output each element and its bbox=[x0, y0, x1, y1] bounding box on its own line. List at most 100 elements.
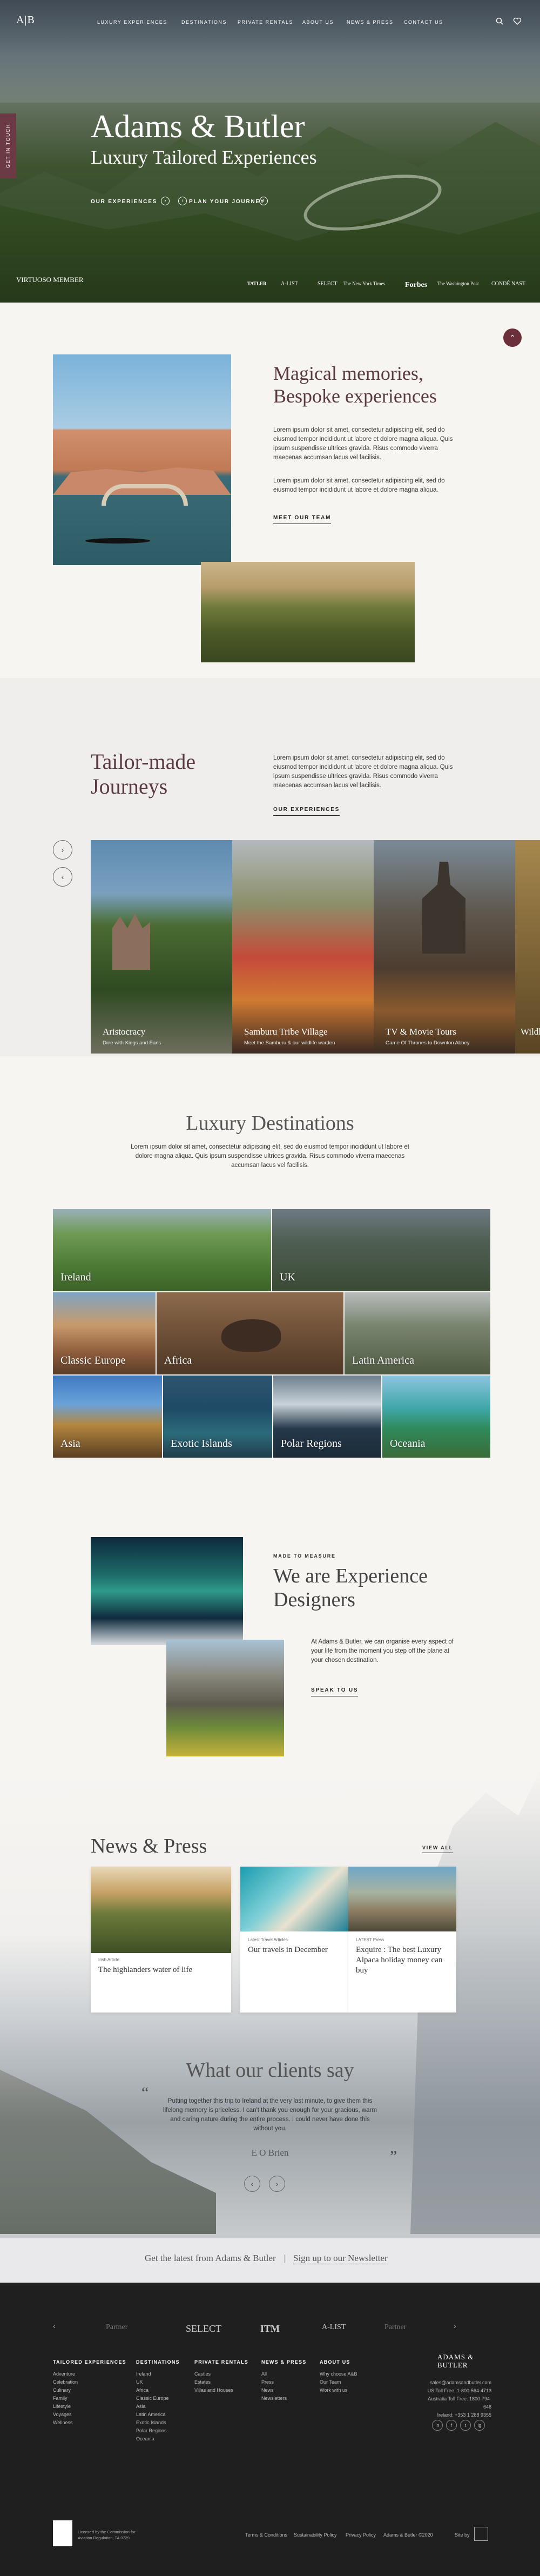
footer-link[interactable]: Celebration bbox=[53, 2378, 78, 2386]
privacy-link[interactable]: Privacy Policy bbox=[346, 2531, 376, 2539]
our-experiences-link[interactable]: OUR EXPERIENCES bbox=[273, 807, 340, 816]
experience-card[interactable]: Aristocracy Dine with Kings and Earls bbox=[91, 840, 232, 1054]
destination-tile[interactable]: Oceania bbox=[382, 1376, 490, 1458]
footer-link[interactable]: Press bbox=[261, 2378, 287, 2386]
twitter-icon[interactable]: t bbox=[460, 2420, 471, 2431]
footer-heading: ABOUT US bbox=[320, 2359, 350, 2365]
footer-link[interactable]: News bbox=[261, 2386, 287, 2394]
footer-link[interactable]: Latin America bbox=[136, 2411, 169, 2419]
carousel-next-icon[interactable]: › bbox=[454, 2322, 456, 2330]
footer-link[interactable]: Lifestyle bbox=[53, 2403, 78, 2411]
experience-section: MADE TO MEASURE We are Experience Design… bbox=[0, 1488, 540, 1769]
destination-label: Latin America bbox=[352, 1354, 414, 1366]
footer-link[interactable]: Asia bbox=[136, 2403, 169, 2411]
footer-link[interactable]: Culinary bbox=[53, 2386, 78, 2394]
plan-journey-button[interactable]: PLAN YOUR JOURNEY bbox=[189, 199, 265, 205]
nav-about-us[interactable]: ABOUT US bbox=[302, 19, 334, 25]
instagram-icon[interactable]: ig bbox=[474, 2420, 485, 2431]
footer-link[interactable]: Newsletters bbox=[261, 2394, 287, 2403]
experience-card[interactable]: Samburu Tribe Village Meet the Samburu &… bbox=[232, 840, 374, 1054]
agency-logo-icon[interactable] bbox=[474, 2527, 488, 2541]
footer-link[interactable]: Voyages bbox=[53, 2411, 78, 2419]
destination-tile[interactable]: Classic Europe bbox=[53, 1292, 156, 1374]
destination-tile[interactable]: Africa bbox=[157, 1292, 343, 1374]
sustainability-link[interactable]: Sustainability Policy bbox=[294, 2531, 337, 2539]
chevron-up-icon[interactable]: ⌃ bbox=[503, 328, 522, 347]
footer-brand-logo[interactable]: ADAMS & BUTLER bbox=[437, 2353, 497, 2369]
hero-subtitle: Luxury Tailored Experiences bbox=[91, 146, 317, 168]
experience-card[interactable]: Wildlife bbox=[515, 840, 540, 1054]
site-by-label: Site by bbox=[455, 2532, 470, 2538]
virtuoso-logo: VIRTUOSO MEMBER bbox=[16, 276, 84, 284]
licence-text: Licensed by the Commission for Aviation … bbox=[78, 2530, 136, 2540]
our-experiences-button[interactable]: OUR EXPERIENCES bbox=[91, 199, 157, 205]
newsletter-signup-link[interactable]: Sign up to our Newsletter bbox=[293, 2253, 388, 2264]
footer-link[interactable]: Our Team bbox=[320, 2378, 357, 2386]
nav-contact-us[interactable]: CONTACT US bbox=[404, 19, 443, 25]
arrow-right-icon[interactable]: › bbox=[161, 197, 170, 205]
terms-link[interactable]: Terms & Conditions bbox=[245, 2531, 287, 2539]
nav-destinations[interactable]: DESTINATIONS bbox=[181, 19, 227, 25]
nav-luxury-experiences[interactable]: LUXURY EXPERIENCES bbox=[97, 19, 167, 25]
destination-tile[interactable]: UK bbox=[272, 1209, 490, 1291]
destination-tile[interactable]: Latin America bbox=[345, 1292, 490, 1374]
footer-link[interactable]: Why choose A&B bbox=[320, 2370, 357, 2378]
footer-link[interactable]: Oceania bbox=[136, 2435, 169, 2443]
contact-phone-ie[interactable]: Ireland: +353 1 288 9355 bbox=[424, 2411, 491, 2419]
news-card[interactable]: Latest Travel Articles Our travels in De… bbox=[240, 1867, 348, 2013]
facebook-icon[interactable]: f bbox=[446, 2420, 457, 2431]
destination-tile[interactable]: Ireland bbox=[53, 1209, 271, 1291]
footer-link[interactable]: Castles bbox=[194, 2370, 233, 2378]
contact-phone-us[interactable]: US Toll Free: 1-800-564-4713 bbox=[424, 2387, 491, 2395]
get-in-touch-tab[interactable]: GET IN TOUCH bbox=[0, 113, 16, 178]
experience-card[interactable]: TV & Movie Tours Game Of Thrones to Down… bbox=[374, 840, 515, 1054]
footer-link[interactable]: Estates bbox=[194, 2378, 233, 2386]
meet-our-team-link[interactable]: MEET OUR TEAM bbox=[273, 515, 332, 524]
arrow-right-icon[interactable]: › bbox=[259, 197, 268, 205]
footer-link[interactable]: All bbox=[261, 2370, 287, 2378]
view-all-link[interactable]: VIEW ALL bbox=[422, 1845, 454, 1853]
search-icon[interactable] bbox=[496, 17, 503, 25]
footer-link[interactable]: Classic Europe bbox=[136, 2394, 169, 2403]
footer-link[interactable]: Exotic Islands bbox=[136, 2419, 169, 2427]
news-card[interactable]: Irish Article The highlanders water of l… bbox=[91, 1867, 231, 2013]
site-logo[interactable]: A|B bbox=[16, 14, 35, 26]
contact-phone-au[interactable]: Australia Toll Free: 1800-794-646 bbox=[424, 2395, 491, 2411]
nav-private-rentals[interactable]: PRIVATE RENTALS bbox=[238, 19, 293, 25]
footer-link[interactable]: Wellness bbox=[53, 2419, 78, 2427]
testimonial-next-icon[interactable]: › bbox=[269, 2176, 285, 2192]
tailor-title: Tailor-made Journeys bbox=[91, 749, 195, 799]
heart-icon[interactable] bbox=[513, 17, 522, 25]
destination-label: Ireland bbox=[60, 1271, 91, 1283]
carousel-next-icon[interactable]: › bbox=[53, 840, 72, 860]
nav-news-press[interactable]: NEWS & PRESS bbox=[347, 19, 394, 25]
footer-heading: NEWS & PRESS bbox=[261, 2359, 307, 2365]
footer-link[interactable]: Villas and Houses bbox=[194, 2386, 233, 2394]
news-card-title: Our travels in December bbox=[248, 1946, 328, 1954]
testimonial-author: E O Brien bbox=[251, 2148, 289, 2158]
footer-link[interactable]: Polar Regions bbox=[136, 2427, 169, 2435]
hero-title: Adams & Butler bbox=[91, 109, 305, 144]
footer-link[interactable]: UK bbox=[136, 2378, 169, 2386]
linkedin-icon[interactable]: in bbox=[432, 2420, 443, 2431]
testimonial-quote: Putting together this trip to Ireland at… bbox=[163, 2098, 377, 2132]
destination-tile[interactable]: Polar Regions bbox=[273, 1376, 381, 1458]
news-card-title: Exquire : The best Luxury Alpaca holiday… bbox=[356, 1946, 443, 1975]
testimonial-prev-icon[interactable]: ‹ bbox=[244, 2176, 260, 2192]
arrow-right-icon[interactable]: › bbox=[178, 197, 187, 205]
news-card[interactable]: LATEST Press Exquire : The best Luxury A… bbox=[348, 1867, 456, 2013]
partner-forbes: Forbes bbox=[405, 281, 428, 289]
destination-tile[interactable]: Asia bbox=[53, 1376, 162, 1458]
contact-email[interactable]: sales@adamsandbutler.com bbox=[424, 2379, 491, 2387]
speak-to-us-link[interactable]: SPEAK TO US bbox=[311, 1687, 359, 1696]
experience-text: At Adams & Butler, we can organise every… bbox=[311, 1639, 454, 1663]
footer-heading: TAILORED EXPERIENCES bbox=[53, 2359, 126, 2365]
footer-link[interactable]: Adventure bbox=[53, 2370, 78, 2378]
footer-link[interactable]: Work with us bbox=[320, 2386, 357, 2394]
footer-link[interactable]: Africa bbox=[136, 2386, 169, 2394]
footer-link[interactable]: Family bbox=[53, 2394, 78, 2403]
footer-link[interactable]: Ireland bbox=[136, 2370, 169, 2378]
carousel-prev-icon[interactable]: ‹ bbox=[53, 867, 72, 887]
carousel-prev-icon[interactable]: ‹ bbox=[53, 2322, 56, 2330]
destination-tile[interactable]: Exotic Islands bbox=[163, 1376, 272, 1458]
